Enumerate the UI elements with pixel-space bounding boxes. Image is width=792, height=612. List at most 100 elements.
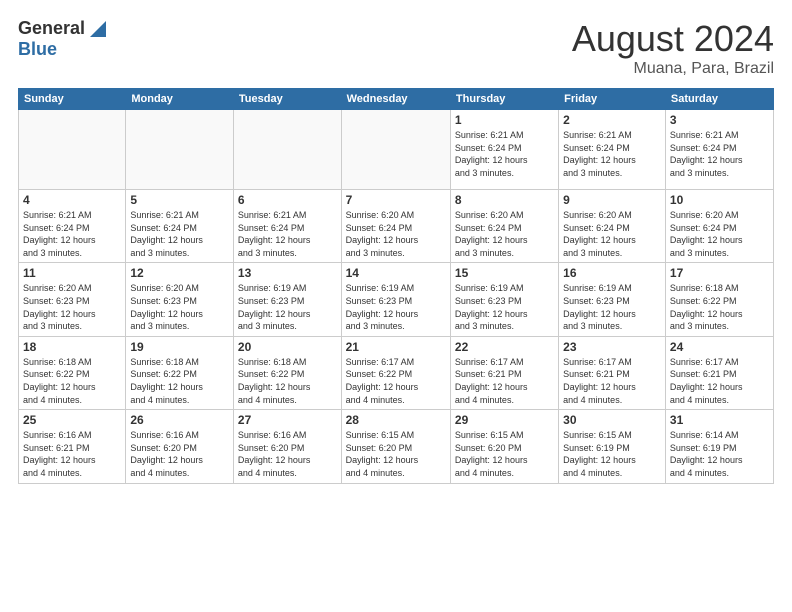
day-info: Sunrise: 6:20 AM Sunset: 6:24 PM Dayligh… — [455, 209, 554, 259]
calendar-week-row: 4 Sunrise: 6:21 AM Sunset: 6:24 PM Daylig… — [19, 190, 774, 263]
table-row: 2Sunrise: 6:21 AM Sunset: 6:24 PM Daylig… — [559, 110, 666, 190]
calendar-header-row: Sunday Monday Tuesday Wednesday Thursday… — [19, 89, 774, 110]
table-row: 8 Sunrise: 6:20 AM Sunset: 6:24 PM Daylig… — [450, 190, 558, 263]
day-number: 19 — [130, 340, 229, 354]
day-info: Sunrise: 6:20 AM Sunset: 6:23 PM Dayligh… — [23, 282, 121, 332]
day-number: 8 — [455, 193, 554, 207]
day-info: Sunrise: 6:20 AM Sunset: 6:24 PM Dayligh… — [670, 209, 769, 259]
col-sunday: Sunday — [19, 89, 126, 110]
day-info: Sunrise: 6:17 AM Sunset: 6:21 PM Dayligh… — [670, 356, 769, 406]
table-row: 15 Sunrise: 6:19 AM Sunset: 6:23 PM Dayli… — [450, 263, 558, 336]
day-number: 23 — [563, 340, 661, 354]
table-row: 28 Sunrise: 6:15 AM Sunset: 6:20 PM Dayli… — [341, 410, 450, 483]
logo: General Blue — [18, 18, 108, 60]
table-row: 12Sunrise: 6:20 AM Sunset: 6:23 PM Dayli… — [126, 263, 234, 336]
table-row: 11 Sunrise: 6:20 AM Sunset: 6:23 PM Dayli… — [19, 263, 126, 336]
table-row: 31 Sunrise: 6:14 AM Sunset: 6:19 PM Dayli… — [665, 410, 773, 483]
day-info: Sunrise: 6:21 AM Sunset: 6:24 PM Dayligh… — [455, 129, 554, 179]
table-row: 14Sunrise: 6:19 AM Sunset: 6:23 PM Dayli… — [341, 263, 450, 336]
day-number: 11 — [23, 266, 121, 280]
day-number: 17 — [670, 266, 769, 280]
day-number: 27 — [238, 413, 337, 427]
day-info: Sunrise: 6:21 AM Sunset: 6:24 PM Dayligh… — [670, 129, 769, 179]
day-number: 20 — [238, 340, 337, 354]
day-number: 9 — [563, 193, 661, 207]
table-row: 10 Sunrise: 6:20 AM Sunset: 6:24 PM Dayli… — [665, 190, 773, 263]
title-block: August 2024 Muana, Para, Brazil — [572, 18, 774, 78]
table-row: 18Sunrise: 6:18 AM Sunset: 6:22 PM Dayli… — [19, 336, 126, 409]
day-info: Sunrise: 6:21 AM Sunset: 6:24 PM Dayligh… — [238, 209, 337, 259]
day-number: 18 — [23, 340, 121, 354]
day-number: 7 — [346, 193, 446, 207]
day-info: Sunrise: 6:20 AM Sunset: 6:23 PM Dayligh… — [130, 282, 229, 332]
table-row: 6 Sunrise: 6:21 AM Sunset: 6:24 PM Daylig… — [233, 190, 341, 263]
day-number: 21 — [346, 340, 446, 354]
table-row: 4 Sunrise: 6:21 AM Sunset: 6:24 PM Daylig… — [19, 190, 126, 263]
col-saturday: Saturday — [665, 89, 773, 110]
day-number: 15 — [455, 266, 554, 280]
table-row: 20 Sunrise: 6:18 AM Sunset: 6:22 PM Dayli… — [233, 336, 341, 409]
day-info: Sunrise: 6:17 AM Sunset: 6:22 PM Dayligh… — [346, 356, 446, 406]
day-info: Sunrise: 6:18 AM Sunset: 6:22 PM Dayligh… — [130, 356, 229, 406]
day-info: Sunrise: 6:16 AM Sunset: 6:21 PM Dayligh… — [23, 429, 121, 479]
day-number: 22 — [455, 340, 554, 354]
day-number: 13 — [238, 266, 337, 280]
table-row: 25 Sunrise: 6:16 AM Sunset: 6:21 PM Dayli… — [19, 410, 126, 483]
day-number: 16 — [563, 266, 661, 280]
day-number: 24 — [670, 340, 769, 354]
table-row: 17Sunrise: 6:18 AM Sunset: 6:22 PM Dayli… — [665, 263, 773, 336]
table-row: 22 Sunrise: 6:17 AM Sunset: 6:21 PM Dayli… — [450, 336, 558, 409]
page: General Blue August 2024 Muana, Para, Br… — [0, 0, 792, 612]
logo-arrow-icon — [88, 19, 108, 39]
day-info: Sunrise: 6:19 AM Sunset: 6:23 PM Dayligh… — [455, 282, 554, 332]
day-info: Sunrise: 6:16 AM Sunset: 6:20 PM Dayligh… — [130, 429, 229, 479]
table-row: 29Sunrise: 6:15 AM Sunset: 6:20 PM Dayli… — [450, 410, 558, 483]
day-info: Sunrise: 6:21 AM Sunset: 6:24 PM Dayligh… — [23, 209, 121, 259]
col-monday: Monday — [126, 89, 234, 110]
calendar-subtitle: Muana, Para, Brazil — [572, 60, 774, 78]
table-row: 21 Sunrise: 6:17 AM Sunset: 6:22 PM Dayli… — [341, 336, 450, 409]
table-row: 5 Sunrise: 6:21 AM Sunset: 6:24 PM Daylig… — [126, 190, 234, 263]
calendar-week-row: 11 Sunrise: 6:20 AM Sunset: 6:23 PM Dayli… — [19, 263, 774, 336]
day-number: 28 — [346, 413, 446, 427]
calendar-week-row: 25 Sunrise: 6:16 AM Sunset: 6:21 PM Dayli… — [19, 410, 774, 483]
day-info: Sunrise: 6:17 AM Sunset: 6:21 PM Dayligh… — [563, 356, 661, 406]
table-row: 27Sunrise: 6:16 AM Sunset: 6:20 PM Dayli… — [233, 410, 341, 483]
logo-blue-text: Blue — [18, 39, 57, 60]
day-info: Sunrise: 6:15 AM Sunset: 6:19 PM Dayligh… — [563, 429, 661, 479]
day-info: Sunrise: 6:19 AM Sunset: 6:23 PM Dayligh… — [563, 282, 661, 332]
col-tuesday: Tuesday — [233, 89, 341, 110]
table-row — [19, 110, 126, 190]
day-number: 25 — [23, 413, 121, 427]
day-info: Sunrise: 6:18 AM Sunset: 6:22 PM Dayligh… — [238, 356, 337, 406]
logo-top: General — [18, 18, 108, 39]
day-info: Sunrise: 6:21 AM Sunset: 6:24 PM Dayligh… — [563, 129, 661, 179]
day-info: Sunrise: 6:20 AM Sunset: 6:24 PM Dayligh… — [346, 209, 446, 259]
day-number: 4 — [23, 193, 121, 207]
day-number: 5 — [130, 193, 229, 207]
calendar-week-row: 18 Sunrise: 6:18 AM Sunset: 6:22 PM Dayli… — [19, 336, 774, 409]
table-row: 16 Sunrise: 6:19 AM Sunset: 6:23 PM Dayli… — [559, 263, 666, 336]
day-number: 29 — [455, 413, 554, 427]
day-info: Sunrise: 6:15 AM Sunset: 6:20 PM Dayligh… — [346, 429, 446, 479]
table-row: 1Sunrise: 6:21 AM Sunset: 6:24 PM Daylig… — [450, 110, 558, 190]
day-info: Sunrise: 6:19 AM Sunset: 6:23 PM Dayligh… — [238, 282, 337, 332]
calendar-week-row: 1Sunrise: 6:21 AM Sunset: 6:24 PM Daylig… — [19, 110, 774, 190]
day-number: 30 — [563, 413, 661, 427]
day-number: 10 — [670, 193, 769, 207]
table-row: 26 Sunrise: 6:16 AM Sunset: 6:20 PM Dayli… — [126, 410, 234, 483]
day-number: 31 — [670, 413, 769, 427]
day-info: Sunrise: 6:20 AM Sunset: 6:24 PM Dayligh… — [563, 209, 661, 259]
logo-general-text: General — [18, 18, 85, 39]
day-info: Sunrise: 6:17 AM Sunset: 6:21 PM Dayligh… — [455, 356, 554, 406]
day-info: Sunrise: 6:14 AM Sunset: 6:19 PM Dayligh… — [670, 429, 769, 479]
header: General Blue August 2024 Muana, Para, Br… — [18, 18, 774, 78]
day-info: Sunrise: 6:21 AM Sunset: 6:24 PM Dayligh… — [130, 209, 229, 259]
day-number: 6 — [238, 193, 337, 207]
table-row: 24 Sunrise: 6:17 AM Sunset: 6:21 PM Dayli… — [665, 336, 773, 409]
calendar-table: Sunday Monday Tuesday Wednesday Thursday… — [18, 88, 774, 484]
col-thursday: Thursday — [450, 89, 558, 110]
table-row: 7 Sunrise: 6:20 AM Sunset: 6:24 PM Daylig… — [341, 190, 450, 263]
table-row — [341, 110, 450, 190]
day-number: 26 — [130, 413, 229, 427]
